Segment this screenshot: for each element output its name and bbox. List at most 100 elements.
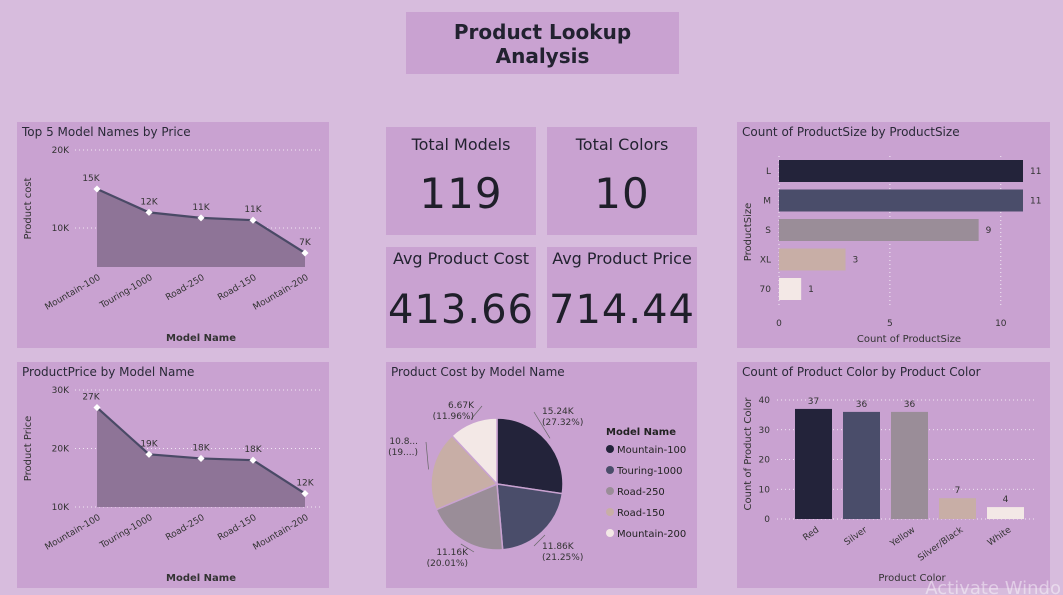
y-tick-label: L (766, 167, 771, 177)
chart-cost-by-model-svg: 15.24K(27.32%) 11.86K(21.25%) 11.16K(20.01… (388, 401, 686, 569)
data-label: 36 (856, 400, 868, 410)
bar (779, 219, 979, 241)
chart-size-count-svg: 0 5 10 11 L 11 M 9 S 3 XL 1 70 Count of ProductSize Pr… (743, 156, 1041, 345)
y-axis-title: Product Price (23, 416, 34, 482)
y-tick-label: M (763, 197, 771, 207)
card-label: Total Models (411, 135, 511, 154)
x-tick-label: Road-250 (164, 273, 206, 303)
y-tick-label: 10K (52, 224, 70, 234)
bar (843, 411, 880, 519)
chart-top5-price-panel[interactable]: Top 5 Model Names by Price 20K 10K 15K 12K 1… (17, 122, 329, 348)
data-label: 12K (296, 479, 314, 489)
data-label: 11K (244, 205, 262, 215)
x-axis-title: Count of ProductSize (857, 334, 961, 345)
x-tick-label: White (986, 525, 1014, 548)
data-label: 18K (244, 445, 262, 455)
chart-color-count-panel[interactable]: Count of Product Color by Product Color … (737, 362, 1050, 588)
y-tick-label: 30 (759, 426, 771, 436)
bar (779, 160, 1023, 182)
card-label: Avg Product Cost (392, 249, 530, 268)
y-tick-label: S (765, 226, 771, 236)
data-label: 11K (192, 203, 210, 213)
slice-percent-label: (27.32%) (542, 418, 583, 428)
data-label: 11 (1030, 167, 1041, 177)
chart-cost-by-model-panel[interactable]: Product Cost by Model Name 15.24K (27.32%… (386, 362, 697, 588)
slice-value-label: 10.8... (389, 437, 418, 447)
x-tick-label: 10 (995, 319, 1007, 329)
data-label: 11 (1030, 197, 1041, 207)
data-label: 9 (986, 226, 992, 236)
y-axis-title: ProductSize (743, 203, 754, 262)
slice-value-label: 15.24K (542, 407, 575, 417)
slice-value-label: 11.86K (542, 542, 575, 552)
activate-windows-watermark: Activate Windo (925, 578, 1061, 595)
card-value: 413.66 (388, 287, 534, 333)
x-tick-label: Yellow (888, 525, 917, 550)
legend-marker (606, 529, 614, 537)
legend-label: Road-150 (617, 508, 665, 519)
y-tick-label: 10K (52, 503, 70, 513)
legend-title: Model Name (606, 427, 676, 438)
chart-color-count-svg: 40 30 20 10 0 37 Red 36 Silver 36 Yellow 7 Silver/Bl… (743, 396, 1037, 584)
bar (891, 411, 928, 519)
y-tick-label: 0 (764, 515, 770, 525)
slice-percent-label: (11.96%) (433, 412, 474, 422)
y-tick-label: 20 (759, 456, 771, 466)
y-tick-label: 70 (760, 285, 772, 295)
data-label: 4 (1003, 495, 1009, 505)
x-tick-label: Road-150 (216, 513, 258, 543)
bar (795, 408, 832, 519)
data-label: 37 (808, 397, 819, 407)
data-label: 7 (955, 486, 961, 496)
x-tick-label: Road-150 (216, 273, 258, 303)
data-label: 18K (192, 443, 210, 453)
y-axis-title: Count of Product Color (743, 397, 754, 511)
x-tick-label: Mountain-200 (251, 273, 310, 313)
data-label: 19K (140, 439, 158, 449)
legend-label: Touring-1000 (616, 466, 683, 477)
x-tick-label: Mountain-200 (251, 513, 310, 553)
card-value: 119 (419, 169, 503, 218)
x-tick-label: Silver (843, 525, 870, 548)
x-axis-title: Model Name (166, 573, 236, 584)
slice-value-label: 6.67K (448, 401, 475, 411)
x-tick-label: Road-250 (164, 513, 206, 543)
y-tick-label: 20K (52, 146, 70, 156)
legend-marker (606, 487, 614, 495)
y-tick-label: 20K (52, 445, 70, 455)
card-total-colors[interactable]: Total Colors 10 (547, 127, 697, 235)
card-avg-price[interactable]: Avg Product Price 714.44 (547, 247, 697, 348)
slice-percent-label: (19....) (388, 448, 418, 458)
page-title: Product Lookup Analysis (453, 20, 632, 68)
slice-value-label: 11.16K (436, 548, 469, 558)
data-label: 7K (299, 238, 312, 248)
card-label: Avg Product Price (552, 249, 692, 268)
y-tick-label: 40 (759, 396, 771, 406)
data-label: 36 (904, 400, 916, 410)
card-label: Total Colors (575, 135, 669, 154)
y-axis-title: Product cost (23, 177, 34, 239)
card-value: 10 (594, 169, 650, 218)
legend-label: Mountain-100 (617, 445, 686, 456)
card-avg-cost[interactable]: Avg Product Cost 413.66 (386, 247, 536, 348)
legend-label: Road-250 (617, 487, 665, 498)
x-tick-label: Touring-1000 (98, 273, 155, 312)
bar (939, 498, 976, 519)
chart-size-count-panel[interactable]: Count of ProductSize by ProductSize 0 5 10… (737, 122, 1050, 348)
y-tick-label: 30K (52, 386, 70, 396)
slice-percent-label: (21.25%) (542, 553, 583, 563)
area-fill (97, 189, 305, 267)
chart-price-by-model-svg: 30K 20K 10K 27K 19K 18K 18K 12K Mountain-100Tour… (23, 386, 323, 584)
x-tick-label: Touring-1000 (98, 513, 155, 552)
data-label: 12K (140, 197, 158, 207)
data-label: 1 (808, 285, 814, 295)
card-total-models[interactable]: Total Models 119 (386, 127, 536, 235)
legend-label: Mountain-200 (617, 529, 686, 540)
y-tick-label: XL (760, 256, 771, 266)
bar (987, 507, 1024, 519)
x-tick-label: Mountain-100 (43, 273, 102, 313)
legend-marker (606, 508, 614, 516)
x-tick-label: 0 (776, 319, 782, 329)
chart-price-by-model-panel[interactable]: ProductPrice by Model Name 30K 20K 10K 27K 1… (17, 362, 329, 588)
card-value: 714.44 (549, 287, 695, 333)
